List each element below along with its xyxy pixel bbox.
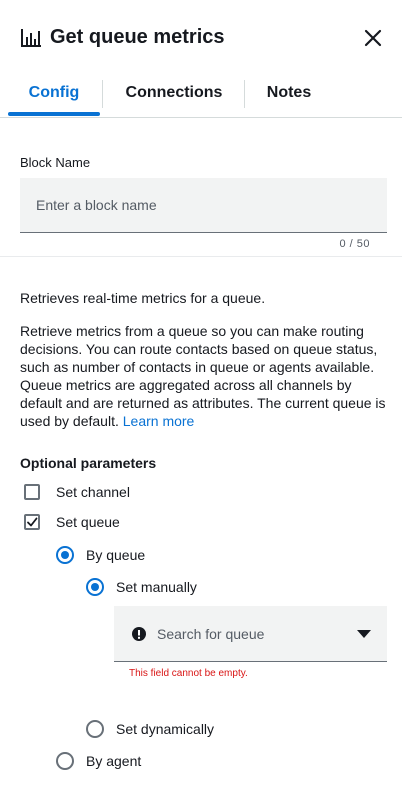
set-queue-checkbox[interactable]: Set queue xyxy=(24,511,120,533)
tab-notes[interactable]: Notes xyxy=(246,72,332,116)
description-text: Retrieve metrics from a queue so you can… xyxy=(20,323,386,429)
set-manually-radio[interactable]: Set manually xyxy=(86,576,197,598)
tab-divider xyxy=(244,80,245,108)
by-agent-radio[interactable]: By agent xyxy=(56,750,141,772)
radio-selected-icon xyxy=(86,578,104,596)
by-agent-label: By agent xyxy=(86,753,142,769)
block-name-input[interactable] xyxy=(20,178,387,233)
by-queue-radio[interactable]: By queue xyxy=(56,544,145,566)
bar-chart-icon xyxy=(21,29,41,47)
section-divider xyxy=(0,256,402,257)
set-channel-checkbox[interactable]: Set channel xyxy=(24,481,130,503)
queue-search-select[interactable]: Search for queue xyxy=(114,606,387,662)
description-body: Retrieve metrics from a queue so you can… xyxy=(20,322,388,430)
checkbox-checked-icon xyxy=(24,514,40,530)
panel-header: Get queue metrics xyxy=(0,0,402,72)
set-channel-label: Set channel xyxy=(56,484,130,500)
panel-title: Get queue metrics xyxy=(50,26,225,48)
radio-unselected-icon xyxy=(86,720,104,738)
caret-down-icon xyxy=(357,630,371,638)
tab-divider xyxy=(102,80,103,108)
set-queue-label: Set queue xyxy=(56,514,120,530)
tab-config[interactable]: Config xyxy=(8,72,100,116)
learn-more-link[interactable]: Learn more xyxy=(123,413,195,429)
queue-error-message: This field cannot be empty. xyxy=(129,668,248,679)
warning-icon xyxy=(132,627,146,641)
queue-search-placeholder: Search for queue xyxy=(157,626,265,642)
set-manually-label: Set manually xyxy=(116,579,197,595)
active-tab-indicator xyxy=(8,112,100,116)
block-name-label: Block Name xyxy=(20,155,91,170)
radio-selected-icon xyxy=(56,546,74,564)
checkbox-unchecked-icon xyxy=(24,484,40,500)
tab-bar: Config Connections Notes xyxy=(0,72,402,118)
by-queue-label: By queue xyxy=(86,547,146,563)
close-icon[interactable] xyxy=(364,29,382,47)
character-counter: 0 / 50 xyxy=(339,238,370,250)
optional-parameters-heading: Optional parameters xyxy=(20,455,157,471)
tab-connections[interactable]: Connections xyxy=(104,72,244,116)
set-dynamically-label: Set dynamically xyxy=(116,721,215,737)
description-summary: Retrieves real-time metrics for a queue. xyxy=(20,290,266,306)
set-dynamically-radio[interactable]: Set dynamically xyxy=(86,718,214,740)
radio-unselected-icon xyxy=(56,752,74,770)
